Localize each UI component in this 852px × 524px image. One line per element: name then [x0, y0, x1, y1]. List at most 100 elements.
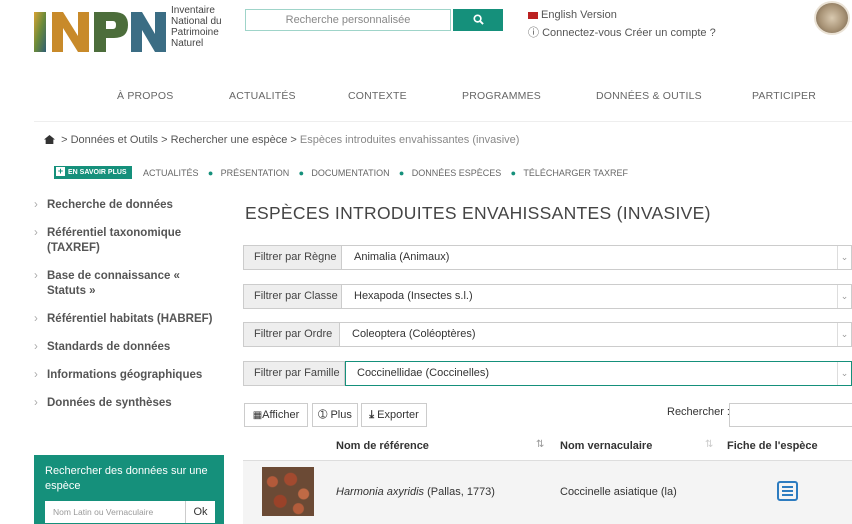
download-icon: ⤓: [369, 409, 375, 421]
filter-famille[interactable]: Filtrer par Famille Coccinellidae (Cocci…: [243, 361, 852, 386]
species-search-ok-button[interactable]: Ok: [185, 501, 215, 523]
sidebar-item-taxref[interactable]: › Référentiel taxonomique (TAXREF): [34, 226, 204, 256]
chevron-down-icon: ⌄: [837, 362, 851, 385]
subnav-item-telecharger-taxref[interactable]: TÉLÉCHARGER TAXREF: [523, 168, 628, 178]
filter-label: Filtrer par Classe: [244, 285, 342, 308]
sidebar-item-recherche-donnees[interactable]: › Recherche de données: [34, 198, 224, 213]
vernacular-name: Coccinelle asiatique (la): [560, 486, 677, 498]
english-version-link[interactable]: English Version: [528, 9, 617, 21]
chevron-right-icon: ›: [34, 227, 38, 239]
logo-line: National du: [171, 16, 222, 27]
species-search-placeholder: Nom Latin ou Vernaculaire: [53, 507, 154, 517]
nav-item-actualites[interactable]: ACTUALITÉS: [229, 90, 296, 102]
subnav-item-presentation[interactable]: PRÉSENTATION: [221, 168, 290, 178]
species-thumbnail[interactable]: [262, 467, 314, 516]
subnav-item-documentation[interactable]: DOCUMENTATION: [311, 168, 389, 178]
uk-flag-icon: [528, 11, 538, 19]
sidebar-item-syntheses[interactable]: › Données de synthèses: [34, 396, 224, 411]
chevron-down-icon: ⌄: [837, 285, 851, 308]
chevron-right-icon: ›: [34, 397, 38, 409]
account-links[interactable]: ⓘ Connectez-vous Créer un compte ?: [528, 24, 716, 40]
chevron-right-icon: ›: [34, 313, 38, 325]
subnav-item-actualites[interactable]: ACTUALITÉS: [143, 168, 199, 178]
scientific-name[interactable]: Harmonia axyridis: [336, 486, 424, 498]
en-savoir-plus-label: EN SAVOIR PLUS: [68, 169, 127, 177]
subnav-dot: ●: [298, 167, 305, 178]
breadcrumb-separator: >: [61, 134, 68, 146]
sidebar-item-statuts[interactable]: › Base de connaissance « Statuts »: [34, 269, 184, 299]
plus-button[interactable]: ➀ Plus: [312, 403, 358, 427]
subnav-item-donnees-especes[interactable]: DONNÉES ESPÈCES: [412, 168, 502, 178]
plus-label: Plus: [330, 409, 352, 421]
chevron-down-icon: ⌄: [837, 246, 851, 269]
column-header-fiche[interactable]: Fiche de l'espèce: [727, 440, 818, 452]
info-circle-icon: ➀: [318, 409, 328, 421]
filter-value: Coleoptera (Coléoptères): [352, 328, 476, 340]
search-input[interactable]: Recherche personnalisée: [245, 9, 451, 31]
species-authority: (Pallas, 1773): [427, 486, 495, 498]
nav-item-participer[interactable]: PARTICIPER: [752, 90, 816, 102]
en-savoir-plus-button[interactable]: + EN SAVOIR PLUS: [54, 166, 132, 180]
nav-item-donnees-outils[interactable]: DONNÉES & OUTILS: [596, 90, 702, 102]
species-search-title: Rechercher des données sur une espèce: [45, 465, 208, 492]
main-nav: À PROPOS ACTUALITÉS CONTEXTE PROGRAMMES …: [0, 90, 852, 104]
sort-asc-icon[interactable]: ⇅: [536, 439, 544, 450]
breadcrumb-separator: >: [290, 134, 297, 146]
sidebar-item-label: Référentiel taxonomique (TAXREF): [47, 227, 182, 254]
search-icon: [472, 14, 484, 25]
filter-regne[interactable]: Filtrer par Règne Animalia (Animaux) ⌄: [243, 245, 852, 270]
filter-classe[interactable]: Filtrer par Classe Hexapoda (Insectes s.…: [243, 284, 852, 309]
subnav-dot: ●: [510, 167, 517, 178]
species-search-box: Rechercher des données sur une espèce No…: [34, 455, 224, 524]
breadcrumb-item[interactable]: Rechercher une espèce: [171, 134, 288, 146]
page-title: ESPÈCES INTRODUITES ENVAHISSANTES (INVAS…: [245, 203, 711, 223]
table-search-label: Rechercher :: [667, 406, 730, 418]
filter-ordre[interactable]: Filtrer par Ordre Coleoptera (Coléoptère…: [243, 322, 852, 347]
afficher-label: Afficher: [262, 409, 300, 421]
sidebar-item-label: Base de connaissance « Statuts »: [47, 270, 180, 297]
table-search-input[interactable]: [729, 403, 852, 427]
filter-value: Coccinellidae (Coccinelles): [357, 367, 490, 379]
table-row: [243, 460, 852, 524]
filter-label: Filtrer par Ordre: [244, 323, 340, 346]
chevron-down-icon: ⌄: [837, 323, 851, 346]
column-header-nom-reference[interactable]: Nom de référence: [336, 440, 429, 452]
sidebar-item-label: Référentiel habitats (HABREF): [47, 313, 213, 325]
exporter-button[interactable]: ⤓ Exporter: [361, 403, 427, 427]
column-header-nom-vernaculaire[interactable]: Nom vernaculaire: [560, 440, 652, 452]
inpn-logo[interactable]: [34, 4, 170, 54]
species-name-cell: Harmonia axyridis (Pallas, 1773): [336, 486, 495, 498]
nav-item-a-propos[interactable]: À PROPOS: [117, 90, 173, 102]
sidebar-item-label: Standards de données: [47, 341, 171, 353]
breadcrumb-current: Espèces introduites envahissantes (invas…: [299, 134, 520, 146]
inpn-logo-letters: [34, 12, 166, 52]
sort-icon[interactable]: ⇅: [705, 439, 713, 450]
exporter-label: Exporter: [377, 409, 419, 421]
logo-line: Inventaire: [171, 5, 215, 16]
logo-line: Patrimoine: [171, 27, 219, 38]
sidebar: › Recherche de données › Référentiel taxon…: [34, 198, 224, 424]
nav-item-programmes[interactable]: PROGRAMMES: [462, 90, 541, 102]
account-label[interactable]: Connectez-vous Créer un compte ?: [542, 27, 716, 39]
search-button[interactable]: [453, 9, 503, 31]
table-icon: ▦: [252, 410, 263, 421]
nav-item-contexte[interactable]: CONTEXTE: [348, 90, 407, 102]
filter-value: Animalia (Animaux): [354, 251, 450, 263]
breadcrumb-separator: >: [161, 134, 168, 146]
chevron-right-icon: ›: [34, 341, 38, 353]
species-sheet-list-icon[interactable]: [777, 481, 798, 501]
english-version-label: English Version: [541, 9, 617, 21]
sidebar-item-label: Informations géographiques: [47, 369, 203, 381]
species-search-input[interactable]: Nom Latin ou Vernaculaire Ok: [45, 501, 215, 523]
afficher-button[interactable]: ▦Afficher: [244, 403, 308, 427]
sidebar-item-geographie[interactable]: › Informations géographiques: [34, 368, 224, 383]
subnav-dot: ●: [398, 167, 405, 178]
logo-line: Naturel: [171, 38, 204, 49]
sidebar-item-label: Recherche de données: [47, 199, 173, 211]
breadcrumb-item[interactable]: Données et Outils: [71, 134, 158, 146]
home-icon[interactable]: [44, 135, 55, 144]
chevron-right-icon: ›: [34, 199, 38, 211]
sidebar-item-standards[interactable]: › Standards de données: [34, 340, 224, 355]
filter-label: Filtrer par Famille: [244, 362, 345, 385]
sidebar-item-habref[interactable]: › Référentiel habitats (HABREF): [34, 312, 224, 327]
